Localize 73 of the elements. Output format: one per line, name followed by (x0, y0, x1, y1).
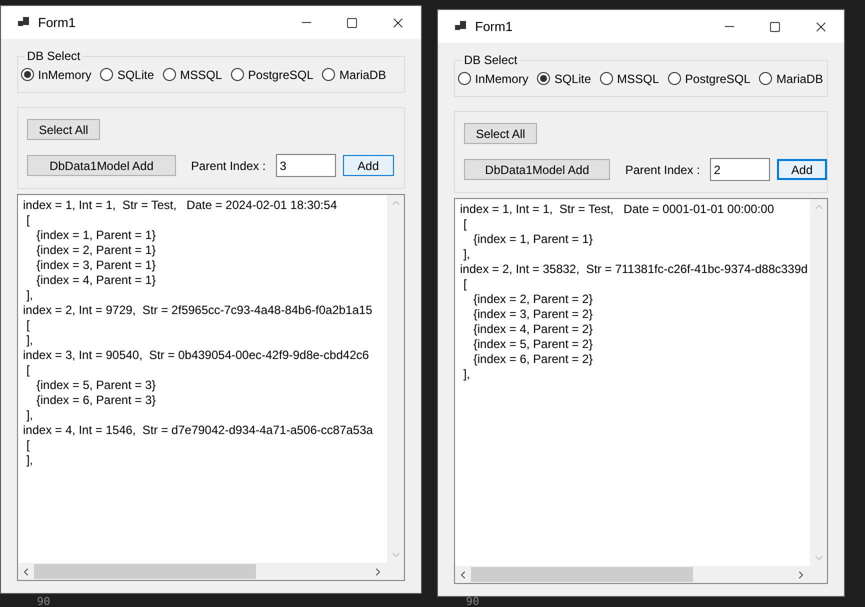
line-number: 90 (466, 597, 480, 607)
radio-button[interactable] (322, 68, 336, 81)
radio-button[interactable] (668, 72, 682, 85)
output-line: ], (462, 247, 470, 262)
add-button[interactable]: Add (342, 155, 394, 176)
output-line: ], (25, 408, 34, 423)
parent-index-field[interactable]: 3 (276, 154, 336, 177)
model-add-button[interactable]: DbData1Model Add (464, 159, 610, 180)
output-line: {index = 3, Parent = 2} (472, 307, 593, 322)
output-line: [ (25, 363, 30, 378)
output-line: {index = 2, Parent = 2} (472, 292, 593, 307)
output-line: [ (462, 277, 467, 292)
output-line: {index = 3, Parent = 1} (35, 258, 156, 273)
output-line: [ (25, 438, 30, 453)
radio-button[interactable] (231, 68, 244, 81)
radio-option[interactable]: PostgreSQL (231, 66, 314, 84)
radio-option[interactable]: MSSQL (163, 66, 222, 84)
horizontal-scrollbar[interactable] (18, 563, 404, 580)
radio-option[interactable]: MariaDB (759, 70, 824, 88)
parent-index-label: Parent Index : (625, 162, 700, 178)
output-line: ], (25, 333, 34, 348)
select-all-button[interactable]: Select All (464, 123, 537, 144)
output-line: ], (25, 288, 34, 303)
parent-index-field[interactable]: 2 (710, 158, 770, 181)
output-line: index = 3, Int = 90540, Str = 0b439054-00ec-42f9-9d8e-cbd42c6 (23, 348, 369, 363)
parent-index-label: Parent Index : (191, 158, 266, 174)
radio-button[interactable] (458, 72, 471, 85)
window-title: Form1 (38, 14, 76, 32)
maximize-icon[interactable] (346, 16, 358, 28)
output-line: index = 1, Int = 1, Str = Test, Date = 0001-01-01 00:00:00 (460, 202, 774, 217)
radio-button[interactable] (163, 68, 176, 81)
radio-button[interactable] (21, 68, 34, 81)
radio-button[interactable] (600, 72, 614, 85)
horizontal-scrollbar[interactable] (455, 566, 827, 583)
line-number: 90 (37, 594, 50, 607)
output-line: {index = 2, Parent = 1} (35, 243, 156, 258)
output-line: {index = 5, Parent = 2} (472, 337, 593, 352)
output-line: ], (462, 367, 470, 382)
output-line: {index = 6, Parent = 2} (472, 352, 593, 367)
output-line: index = 1, Int = 1, Str = Test, Date = 2024-02-01 18:30:54 (23, 198, 337, 213)
app-icon (455, 20, 467, 32)
radio-option[interactable]: PostgreSQL (668, 70, 750, 88)
radio-option[interactable]: InMemory (21, 66, 92, 84)
output-line: {index = 4, Parent = 1} (35, 273, 156, 288)
output-line: [ (25, 213, 30, 228)
radio-button[interactable] (100, 68, 114, 81)
output-line: index = 4, Int = 1546, Str = d7e79042-d934-4a71-a506-cc87a53a (23, 423, 373, 438)
output-line: {index = 5, Parent = 3} (35, 378, 156, 393)
radio-option[interactable]: SQLite (100, 66, 154, 84)
output-line: {index = 1, Parent = 1} (35, 228, 156, 243)
app-icon (18, 16, 30, 28)
output-line: ], (25, 453, 34, 468)
scrollbar-thumb[interactable] (34, 564, 256, 579)
radio-option[interactable]: InMemory (458, 70, 528, 88)
output-line: [ (462, 217, 467, 232)
radio-button[interactable] (759, 72, 772, 85)
output-line: {index = 4, Parent = 2} (472, 322, 593, 337)
output-text-area[interactable] (17, 194, 405, 581)
radio-option[interactable]: MariaDB (322, 66, 386, 84)
model-add-button[interactable]: DbData1Model Add (27, 155, 176, 176)
radio-button[interactable] (537, 72, 550, 85)
output-line: {index = 6, Parent = 3} (35, 393, 156, 408)
window-title: Form1 (475, 18, 513, 36)
output-line: index = 2, Int = 35832, Str = 711381fc-c26f-41bc-9374-d88c339d (460, 262, 808, 277)
output-line: index = 2, Int = 9729, Str = 2f5965cc-7c93-4a48-84b6-f0a2b1a15 (23, 303, 372, 318)
maximize-icon[interactable] (769, 20, 781, 32)
output-line: [ (25, 318, 30, 333)
radio-option[interactable]: MSSQL (600, 70, 660, 88)
add-button[interactable]: Add (776, 159, 827, 180)
output-line: {index = 1, Parent = 1} (472, 232, 593, 247)
scrollbar-thumb[interactable] (471, 567, 693, 582)
radio-option[interactable]: SQLite (537, 70, 592, 88)
select-all-button[interactable]: Select All (27, 119, 100, 140)
